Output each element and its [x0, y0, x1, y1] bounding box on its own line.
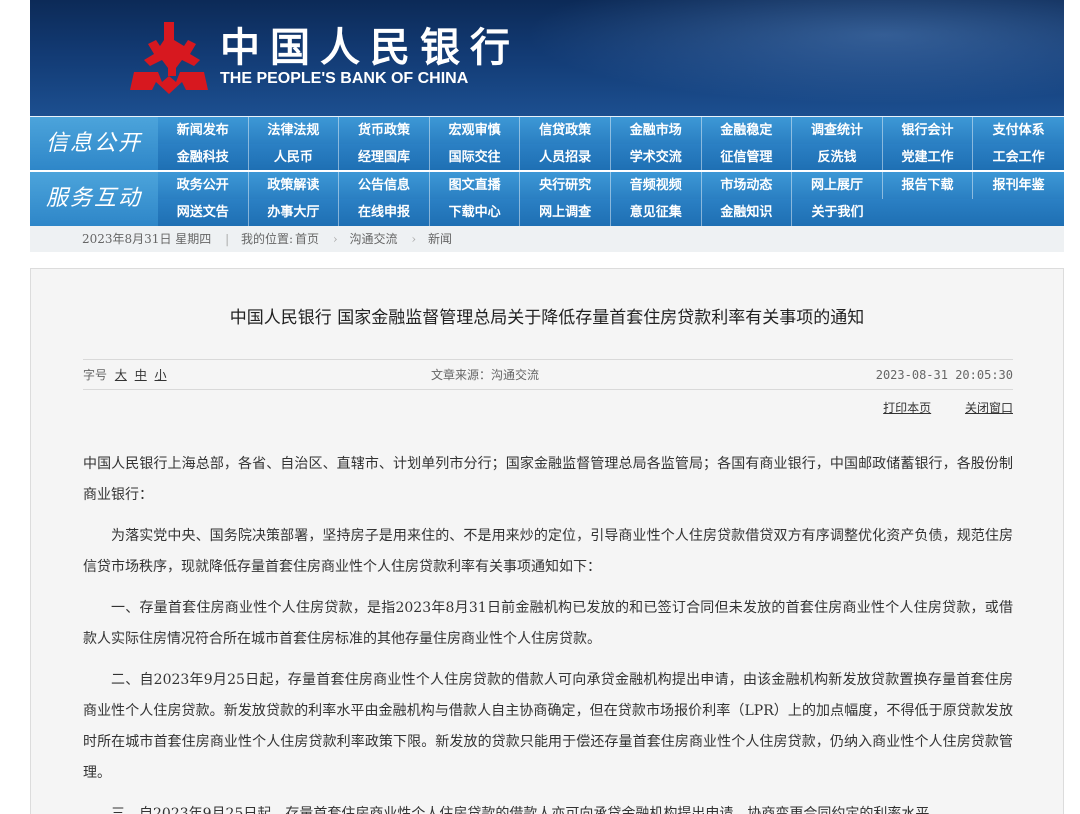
nav-item-gov-affairs[interactable]: 政务公开 [158, 172, 249, 199]
article-source: 文章来源：沟通交流 [431, 368, 540, 382]
paragraph-item-3: 三、自2023年9月25日起，存量首套住房商业性个人住房贷款的借款人亦可向承贷金… [111, 806, 944, 814]
pboc-emblem-icon[interactable] [128, 20, 210, 96]
nav-item-aml[interactable]: 反洗钱 [792, 144, 883, 171]
nav-item-notices[interactable]: 网送文告 [158, 199, 249, 226]
nav-item-announcements[interactable]: 公告信息 [339, 172, 430, 199]
nav-item-downloads[interactable]: 下载中心 [430, 199, 521, 226]
nav-item-academic[interactable]: 学术交流 [611, 144, 702, 171]
paragraph-addressees: 中国人民银行上海总部，各省、自治区、直辖市、计划单列市分行；国家金融监督管理总局… [83, 456, 1013, 503]
font-size-label: 字号 [83, 368, 108, 382]
article-actions: 打印本页 关闭窗口 [853, 399, 1013, 416]
nav-group-title-service: 服务互动 [30, 172, 158, 226]
nav-item-survey[interactable]: 网上调查 [520, 199, 611, 226]
close-window-link[interactable]: 关闭窗口 [965, 401, 1013, 415]
nav-item-live[interactable]: 图文直播 [430, 172, 521, 199]
nav-item-statistics[interactable]: 调查统计 [792, 117, 883, 144]
paragraph-preamble: 为落实党中央、国务院决策部署，坚持房子是用来住的、不是用来炒的定位，引导商业性个… [83, 528, 1013, 575]
site-banner: 中国人民银行 THE PEOPLE'S BANK OF CHINA [30, 0, 1064, 116]
banner-glow [464, 0, 1064, 116]
nav-item-feedback[interactable]: 意见征集 [611, 199, 702, 226]
nav-item-union[interactable]: 工会工作 [973, 144, 1064, 171]
paragraph-item-2: 二、自2023年9月25日起，存量首套住房商业性个人住房贷款的借款人可向承贷金融… [83, 672, 1013, 781]
breadcrumb-divider: | [225, 232, 230, 246]
nav-item-av[interactable]: 音频视频 [611, 172, 702, 199]
location-label: 我的位置: [240, 232, 294, 246]
nav-item-research[interactable]: 央行研究 [520, 172, 611, 199]
nav-item-credit-reporting[interactable]: 征信管理 [702, 144, 793, 171]
nav-item-news[interactable]: 新闻发布 [158, 117, 249, 144]
nav-row: 金融科技 人民币 经理国库 国际交往 人员招录 学术交流 征信管理 反洗钱 党建… [158, 144, 1064, 171]
nav-group-title-info: 信息公开 [30, 117, 158, 171]
nav-item-financial-stability[interactable]: 金融稳定 [702, 117, 793, 144]
nav-item-payment[interactable]: 支付体系 [973, 117, 1064, 144]
breadcrumb-communication[interactable]: 沟通交流 [350, 232, 398, 246]
font-size-medium-link[interactable]: 中 [135, 368, 147, 382]
main-nav: 信息公开 新闻发布 法律法规 货币政策 宏观审慎 信贷政策 金融市场 金融稳定 … [30, 116, 1064, 226]
nav-row: 新闻发布 法律法规 货币政策 宏观审慎 信贷政策 金融市场 金融稳定 调查统计 … [158, 117, 1064, 144]
breadcrumb-arrow-icon: › [332, 232, 338, 246]
nav-item-macroprudential[interactable]: 宏观审慎 [430, 117, 521, 144]
font-size-switcher: 字号 大 中 小 [83, 361, 167, 389]
nav-item-monetary-policy[interactable]: 货币政策 [339, 117, 430, 144]
breadcrumb-arrow-icon: › [411, 232, 417, 246]
print-link[interactable]: 打印本页 [883, 401, 931, 415]
article-meta: 字号 大 中 小 文章来源：沟通交流 2023-08-31 20:05:30 [83, 361, 1013, 389]
nav-item-accounting[interactable]: 银行会计 [883, 117, 974, 144]
nav-item-financial-knowledge[interactable]: 金融知识 [702, 199, 793, 226]
article-datetime: 2023-08-31 20:05:30 [875, 368, 1013, 382]
nav-item-treasury[interactable]: 经理国库 [339, 144, 430, 171]
nav-item-yearbooks[interactable]: 报刊年鉴 [973, 172, 1064, 199]
meta-divider [83, 389, 1013, 390]
nav-group-service: 服务互动 政务公开 政策解读 公告信息 图文直播 央行研究 音频视频 市场动态 … [30, 172, 1064, 226]
nav-item-credit-policy[interactable]: 信贷政策 [520, 117, 611, 144]
nav-item-reports[interactable]: 报告下载 [883, 172, 974, 199]
nav-item-financial-markets[interactable]: 金融市场 [611, 117, 702, 144]
logo-chinese-name[interactable]: 中国人民银行 [220, 26, 520, 70]
article-title: 中国人民银行 国家金融监督管理总局关于降低存量首套住房贷款利率有关事项的通知 [229, 308, 865, 328]
meta-divider [83, 359, 1013, 360]
nav-item-online-filing[interactable]: 在线申报 [339, 199, 430, 226]
nav-item-policy-interpretation[interactable]: 政策解读 [249, 172, 340, 199]
article-panel: 中国人民银行 国家金融监督管理总局关于降低存量首套住房贷款利率有关事项的通知 字… [30, 268, 1064, 814]
paragraph-item-1: 一、存量首套住房商业性个人住房贷款，是指2023年8月31日前金融机构已发放的和… [83, 600, 1013, 647]
nav-item-rmb[interactable]: 人民币 [249, 144, 340, 171]
nav-row: 政务公开 政策解读 公告信息 图文直播 央行研究 音频视频 市场动态 网上展厅 … [158, 172, 1064, 199]
nav-item-recruitment[interactable]: 人员招录 [520, 144, 611, 171]
font-size-small-link[interactable]: 小 [155, 368, 167, 382]
nav-item-international[interactable]: 国际交往 [430, 144, 521, 171]
nav-group-info: 信息公开 新闻发布 法律法规 货币政策 宏观审慎 信贷政策 金融市场 金融稳定 … [30, 117, 1064, 171]
font-size-large-link[interactable]: 大 [115, 368, 127, 382]
article-body: 中国人民银行上海总部，各省、自治区、直辖市、计划单列市分行；国家金融监督管理总局… [83, 449, 1013, 814]
nav-item-about[interactable]: 关于我们 [792, 199, 883, 226]
nav-item-party[interactable]: 党建工作 [883, 144, 974, 171]
nav-row: 网送文告 办事大厅 在线申报 下载中心 网上调查 意见征集 金融知识 关于我们 [158, 199, 1064, 226]
breadcrumb: 2023年8月31日 星期四 | 我的位置: 首页 › 沟通交流 › 新闻 [30, 226, 1064, 252]
current-date: 2023年8月31日 星期四 [82, 232, 212, 246]
nav-item-market-news[interactable]: 市场动态 [702, 172, 793, 199]
nav-item-laws[interactable]: 法律法规 [249, 117, 340, 144]
logo-english-name[interactable]: THE PEOPLE'S BANK OF CHINA [220, 70, 468, 88]
nav-item-service-hall[interactable]: 办事大厅 [249, 199, 340, 226]
breadcrumb-home[interactable]: 首页 [295, 232, 319, 246]
nav-item-fintech[interactable]: 金融科技 [158, 144, 249, 171]
nav-item-exhibition[interactable]: 网上展厅 [792, 172, 883, 199]
breadcrumb-news[interactable]: 新闻 [428, 232, 452, 246]
